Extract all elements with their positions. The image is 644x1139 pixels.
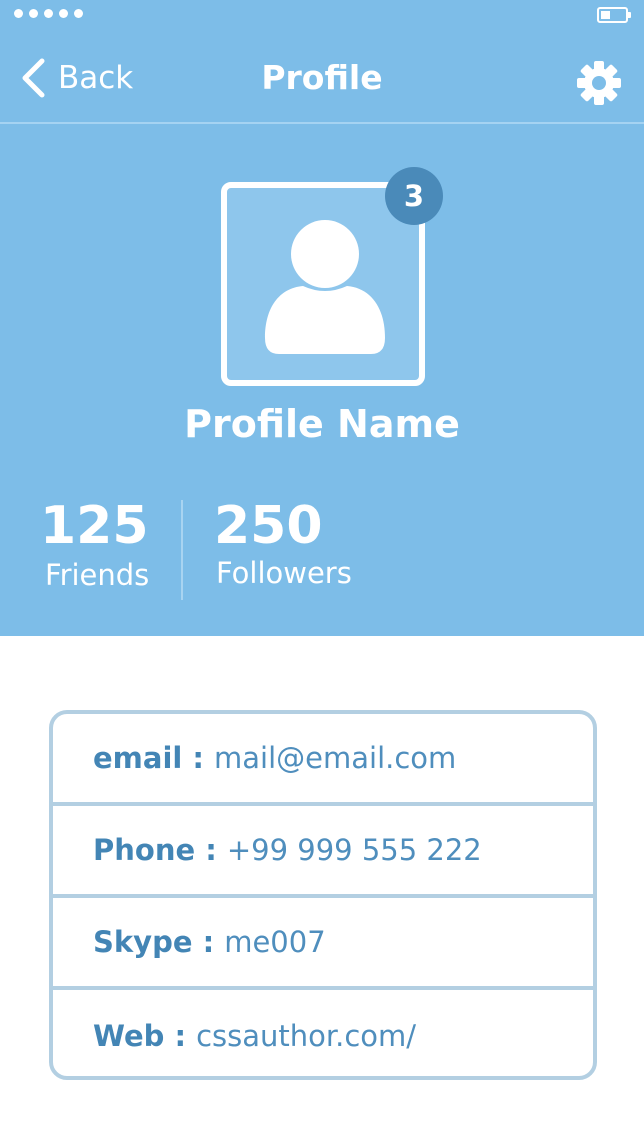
friends-count[interactable]: 125 <box>40 496 149 556</box>
skype-row[interactable]: Skype : me007 <box>53 898 593 990</box>
skype-value[interactable]: me007 <box>224 925 325 959</box>
followers-count[interactable]: 250 <box>214 496 323 556</box>
phone-label: Phone : <box>93 833 217 867</box>
signal-dot <box>14 9 23 18</box>
signal-strength-indicator <box>14 9 83 18</box>
email-value[interactable]: mail@email.com <box>214 741 456 775</box>
back-button-label: Back <box>58 60 134 96</box>
battery-level-fill <box>601 11 610 19</box>
followers-label: Followers <box>216 556 352 590</box>
web-value[interactable]: cssauthor.com/ <box>196 1019 416 1053</box>
battery-icon <box>597 7 631 23</box>
chevron-left-icon <box>22 58 45 98</box>
back-button[interactable]: Back <box>20 58 133 98</box>
profile-header: Back Profile 3 Profile Name 125 Friends … <box>0 0 644 636</box>
notification-badge[interactable]: 3 <box>385 167 443 225</box>
phone-row[interactable]: Phone : +99 999 555 222 <box>53 806 593 898</box>
email-row[interactable]: email : mail@email.com <box>53 714 593 806</box>
page-title: Profile <box>261 58 383 97</box>
phone-value[interactable]: +99 999 555 222 <box>227 833 482 867</box>
signal-dot <box>59 9 68 18</box>
profile-name: Profile Name <box>184 402 460 446</box>
user-icon <box>265 220 385 354</box>
friends-label: Friends <box>45 558 150 592</box>
nav-divider <box>0 122 644 124</box>
stats-divider <box>181 500 183 600</box>
signal-dot <box>29 9 38 18</box>
signal-dot <box>44 9 53 18</box>
email-label: email : <box>93 741 205 775</box>
skype-label: Skype : <box>93 925 215 959</box>
web-label: Web : <box>93 1019 187 1053</box>
web-row[interactable]: Web : cssauthor.com/ <box>53 990 593 1076</box>
signal-dot <box>74 9 83 18</box>
contact-info-card: email : mail@email.com Phone : +99 999 5… <box>49 710 597 1080</box>
gear-icon[interactable] <box>576 60 622 106</box>
